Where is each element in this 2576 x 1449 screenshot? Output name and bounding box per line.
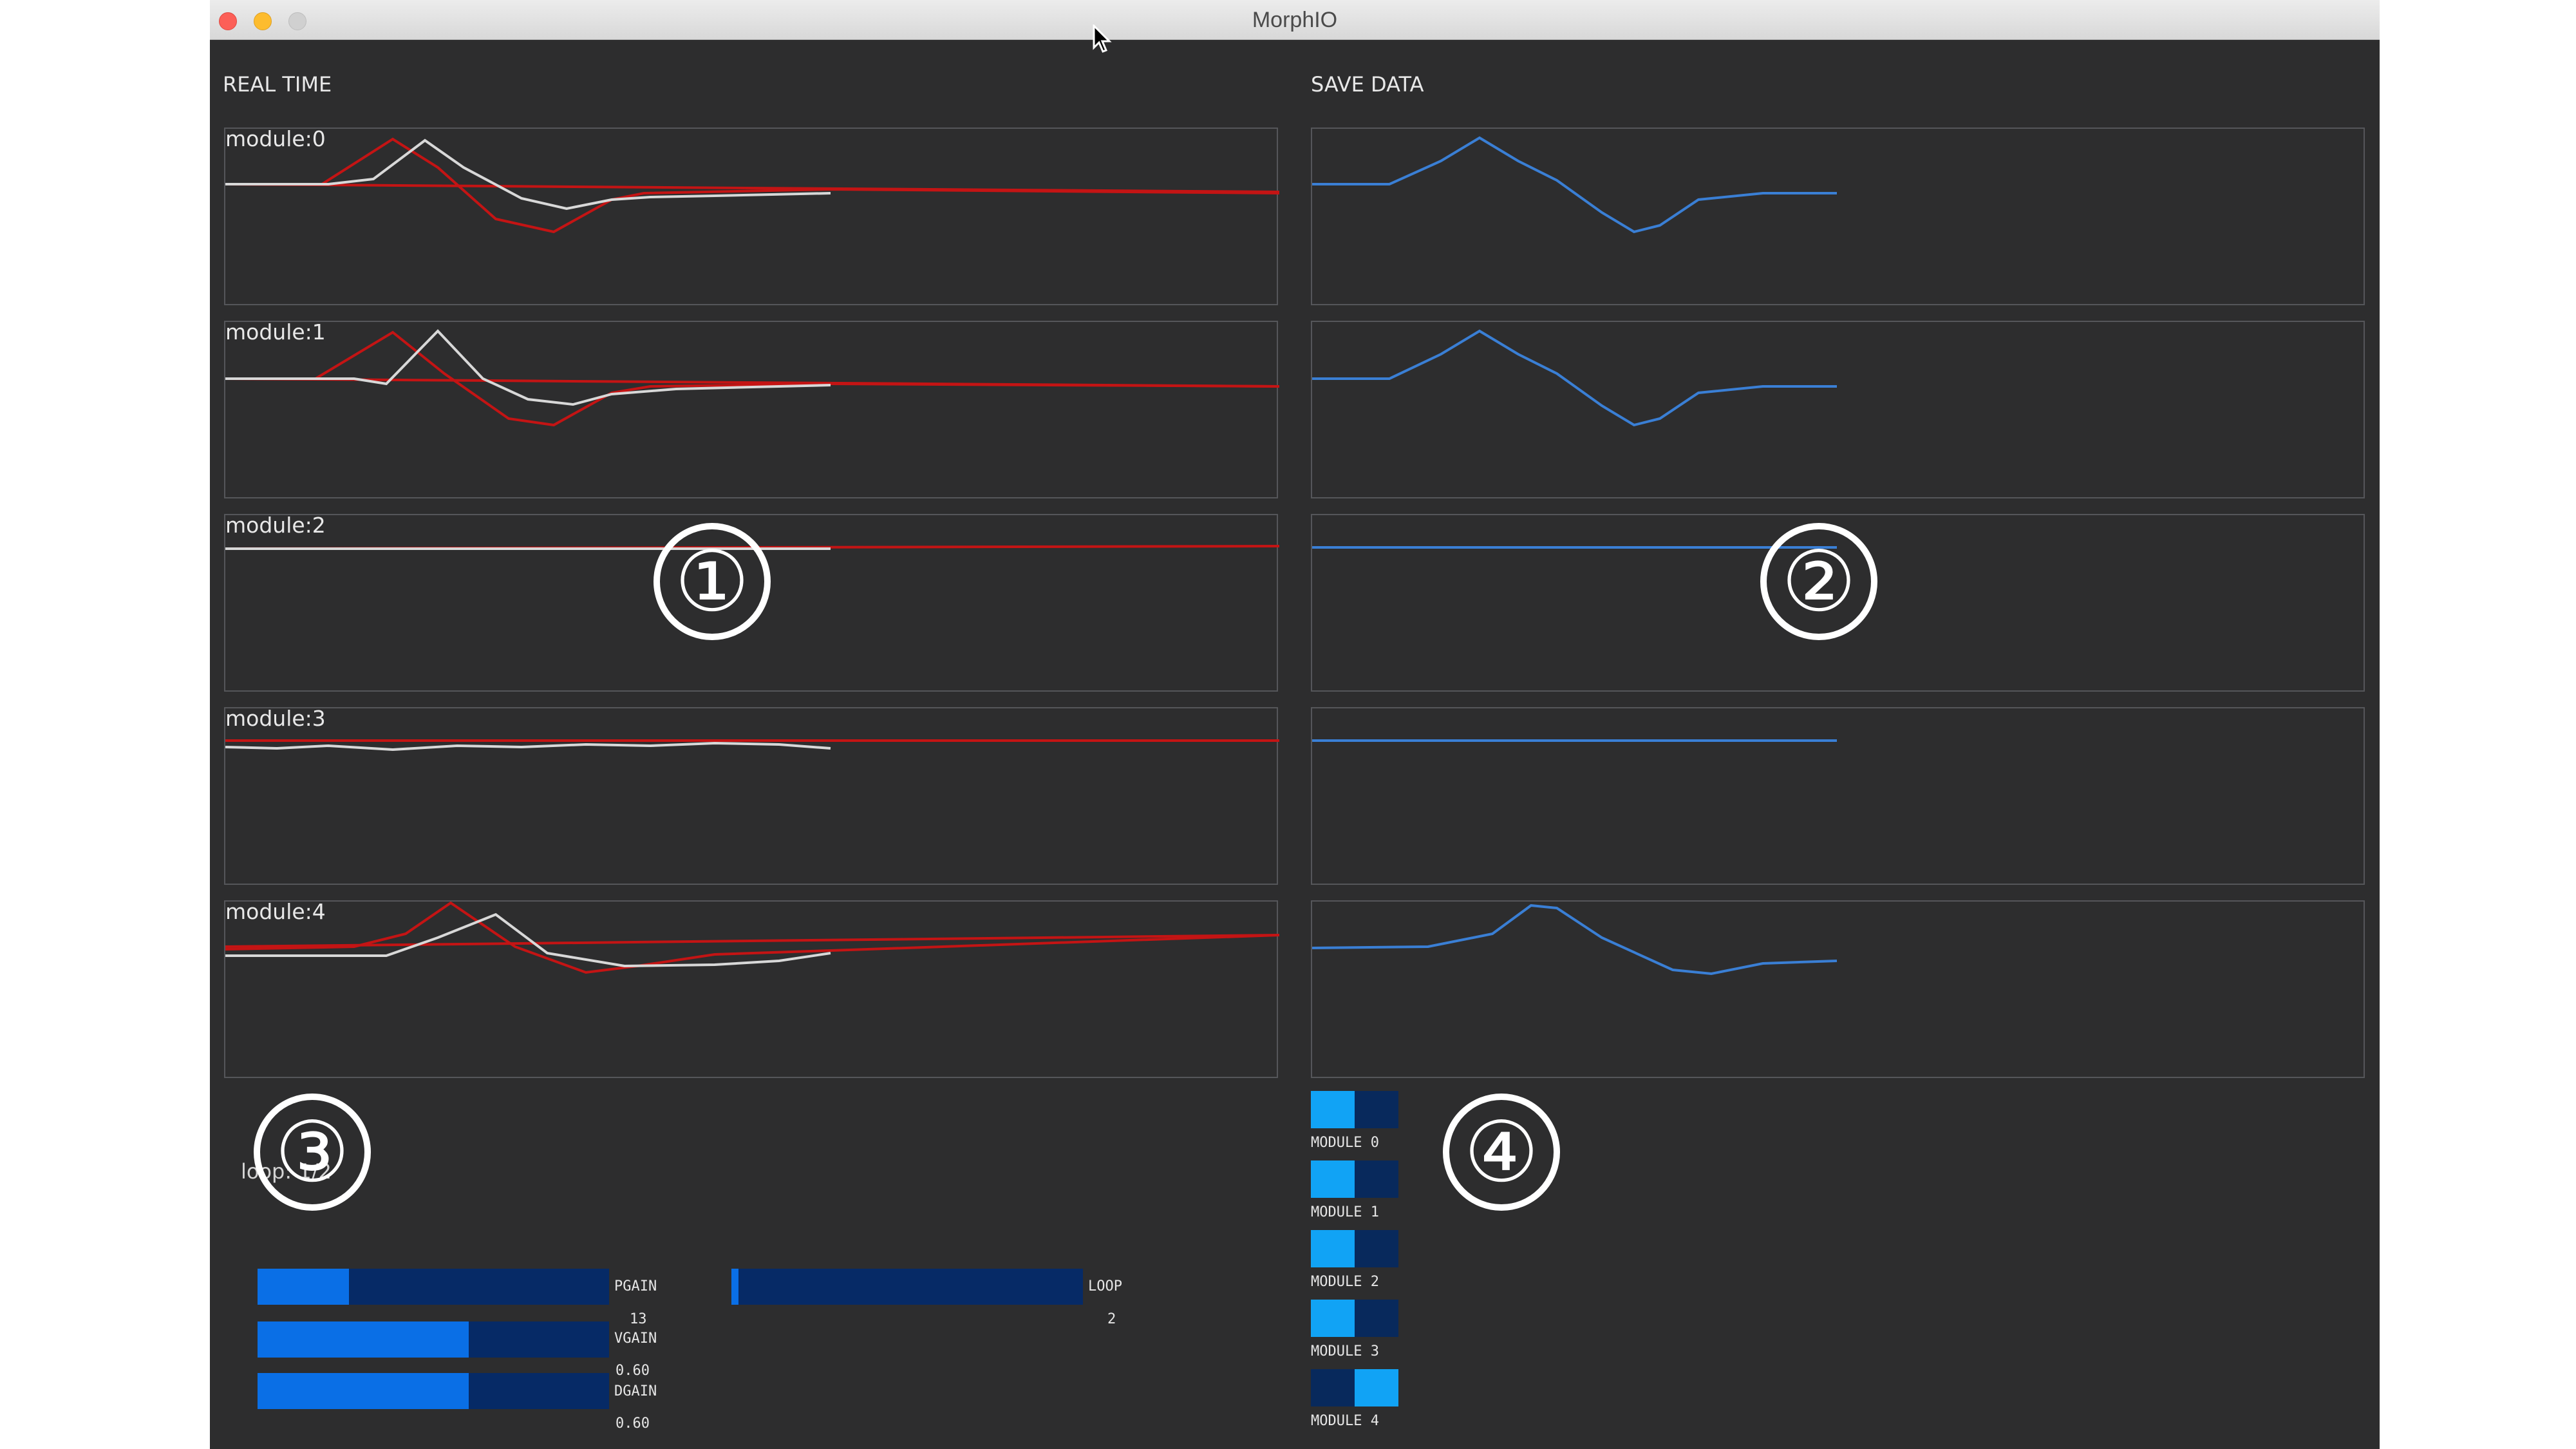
loop-slider-value: 2 [1107,1311,1116,1327]
slider-fill [258,1269,349,1305]
module-label: module:1 [225,319,326,345]
saved-panel-module-0 [1311,128,2365,305]
dgain-slider[interactable] [258,1373,609,1409]
toggle-knob [1355,1369,1398,1406]
realtime-section-title: REAL TIME [223,72,332,97]
module-0-toggle[interactable] [1311,1091,1398,1128]
module-4-toggle-label: MODULE 4 [1311,1413,1379,1429]
vgain-slider[interactable] [258,1321,609,1358]
module-1-toggle[interactable] [1311,1160,1398,1198]
module-label: module:0 [225,126,326,151]
pgain-value: 13 [630,1311,647,1327]
saved-trace [1312,904,1838,976]
module-3-toggle-label: MODULE 3 [1311,1343,1379,1359]
window-title: MorphIO [1252,8,1338,32]
realtime-panel-module-4: module:4 [224,899,1279,1078]
callout-1: ① [653,523,771,640]
realtime-plot-module-3 [225,739,1279,752]
realtime-panel-module-1: module:1 [224,319,1279,498]
saved-trace [1312,329,1837,427]
saved-plot-module-1 [1312,329,1837,427]
slider-fill [258,1373,469,1409]
module-1-toggle-label: MODULE 1 [1311,1204,1379,1220]
callout-4: ④ [1443,1094,1560,1211]
saved-plot-module-0 [1312,136,1837,234]
loop-slider-label: LOOP [1088,1278,1122,1294]
module-3-toggle[interactable] [1311,1300,1398,1337]
pgain-slider[interactable] [258,1269,609,1305]
module-label: module:4 [225,899,326,924]
realtime-plot-module-1 [225,329,1279,427]
realtime-plot-module-0 [225,137,1279,234]
module-4-toggle[interactable] [1311,1369,1398,1406]
vgain-label: VGAIN [614,1331,657,1347]
realtime-plot-module-4 [225,902,1279,974]
toggle-knob [1311,1230,1355,1267]
savedata-section-title: SAVE DATA [1311,72,1424,97]
module-label: module:3 [225,706,326,731]
slider-fill [731,1269,738,1305]
dgain-value: 0.60 [616,1416,650,1432]
module-0-toggle-label: MODULE 0 [1311,1135,1379,1151]
callout-3: ③ [254,1094,371,1211]
toggle-knob [1311,1300,1355,1337]
module-label: module:2 [225,513,326,538]
vgain-value: 0.60 [616,1363,650,1379]
saved-plot-module-4 [1312,904,1838,976]
pgain-label: PGAIN [614,1278,657,1294]
saved-trace [1312,136,1837,234]
toggle-knob [1311,1091,1355,1128]
saved-panel-module-1 [1311,321,2365,498]
saved-plot-module-3 [1312,739,1837,742]
realtime-panel-module-0: module:0 [224,126,1279,305]
saved-panel-module-3 [1311,707,2365,885]
mouse-cursor-icon [1093,24,1112,53]
toggle-knob [1311,1160,1355,1198]
saved-panel-module-4 [1311,900,2365,1078]
callout-2: ② [1760,523,1877,640]
dgain-label: DGAIN [614,1383,657,1399]
app-window: MorphIO REAL TIME SAVE DATA module:0 mod… [210,0,2380,1449]
title-bar: MorphIO [210,0,2380,40]
loop-slider[interactable] [731,1269,1083,1305]
realtime-panel-module-3: module:3 [224,706,1279,885]
module-2-toggle[interactable] [1311,1230,1398,1267]
slider-fill [258,1321,469,1358]
module-2-toggle-label: MODULE 2 [1311,1274,1379,1290]
measured-trace [225,741,831,752]
